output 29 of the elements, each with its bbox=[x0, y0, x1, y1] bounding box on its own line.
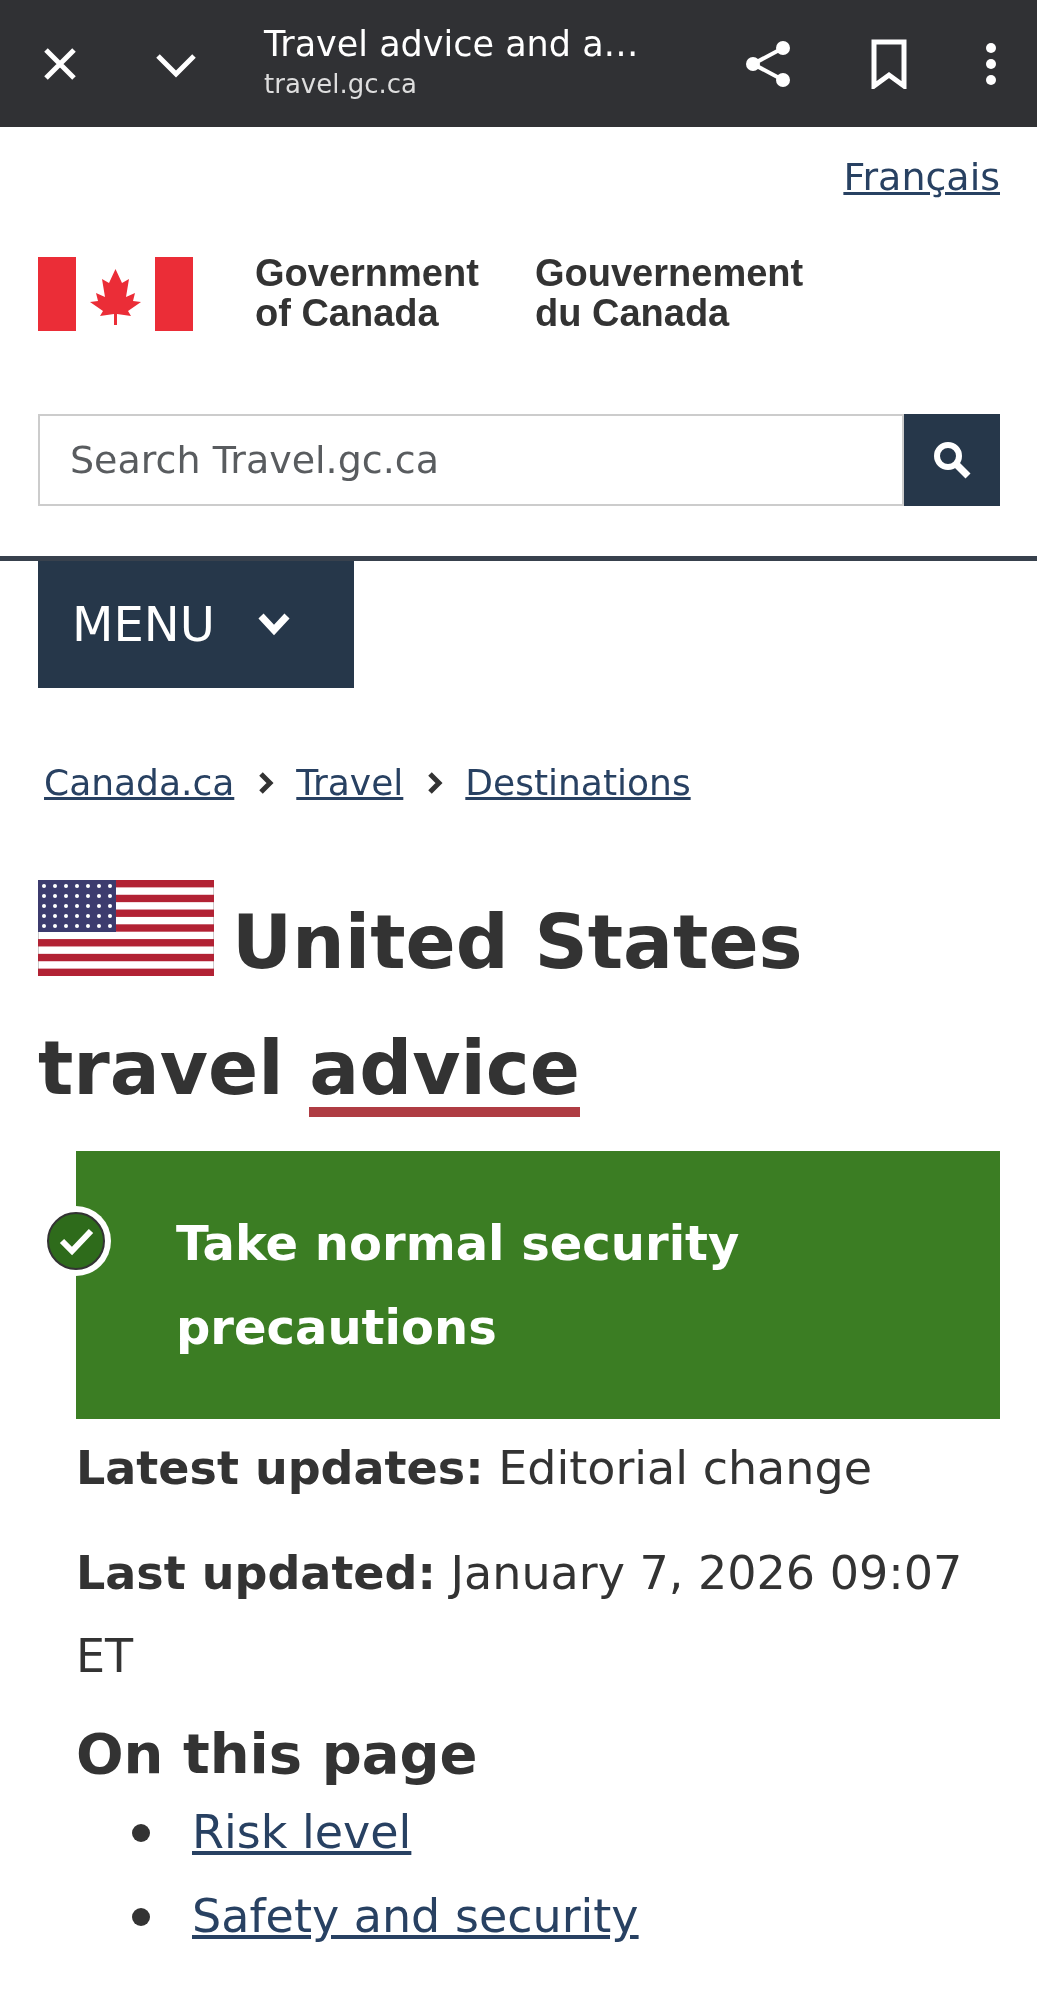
more-icon[interactable] bbox=[985, 41, 997, 86]
section-heading: On this page bbox=[76, 1719, 479, 1787]
page-section-link[interactable]: Risk level bbox=[192, 1798, 412, 1868]
page-url: travel.gc.ca bbox=[264, 68, 418, 101]
menu-button[interactable]: MENU bbox=[38, 560, 354, 688]
bullet-icon bbox=[132, 1823, 150, 1842]
government-wordmark: Gouvernement du Canada bbox=[535, 254, 805, 334]
chevron-down-icon bbox=[256, 612, 291, 637]
search-field[interactable]: Search Travel.gc.ca bbox=[38, 413, 905, 506]
page-heading: United States travel advice bbox=[38, 879, 1000, 1132]
risk-level-text: Take normal security precautions bbox=[176, 1215, 740, 1356]
language-link[interactable]: Français bbox=[843, 149, 1000, 206]
search-button[interactable] bbox=[904, 413, 1000, 506]
chevron-right-icon bbox=[427, 770, 444, 795]
breadcrumb-link[interactable]: Canada.ca bbox=[44, 755, 235, 810]
government-wordmark: Government of Canada bbox=[255, 254, 480, 334]
share-icon[interactable] bbox=[743, 38, 793, 89]
page-section-link[interactable]: Safety and security bbox=[192, 1882, 639, 1952]
search-icon bbox=[932, 439, 973, 480]
us-flag-icon bbox=[38, 879, 214, 976]
bullet-icon bbox=[132, 1907, 150, 1926]
canada-flag-icon bbox=[38, 256, 193, 331]
bookmark-icon[interactable] bbox=[869, 38, 909, 89]
breadcrumb-link[interactable]: Travel bbox=[296, 755, 404, 810]
update-line: Latest updates: Editorial change bbox=[76, 1440, 873, 1498]
page-title: Travel advice and a… bbox=[264, 23, 640, 65]
breadcrumb-link[interactable]: Destinations bbox=[465, 755, 691, 810]
chevron-right-icon bbox=[258, 770, 275, 795]
update-line: Last updated: January 7, 2026 09:07 ET bbox=[76, 1545, 964, 1685]
